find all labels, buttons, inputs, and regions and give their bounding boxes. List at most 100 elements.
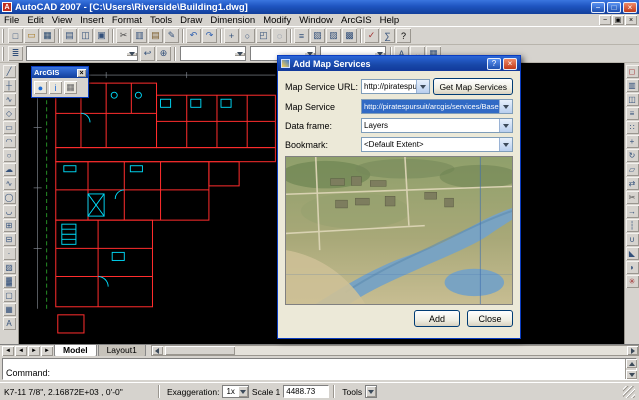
spline-icon[interactable]: ∿ [3, 177, 16, 190]
close-icon[interactable]: × [77, 69, 86, 77]
menu-dimension[interactable]: Dimension [206, 14, 259, 27]
menu-file[interactable]: File [0, 14, 23, 27]
layer-properties-icon[interactable]: ≣ [8, 46, 23, 61]
prev-icon[interactable]: ◄ [15, 346, 27, 356]
horizontal-scrollbar[interactable] [151, 345, 639, 356]
toolbar-grip[interactable] [2, 47, 6, 61]
menu-draw[interactable]: Draw [176, 14, 206, 27]
publish-icon[interactable]: ▣ [94, 28, 109, 43]
circle-icon[interactable]: ○ [3, 149, 16, 162]
coordinate-display[interactable]: K7-11 7/8", 2.16872E+03 , 0'-0" [4, 387, 154, 397]
save-icon[interactable]: ▦ [40, 28, 55, 43]
erase-icon[interactable]: ◻ [626, 65, 639, 78]
next-icon[interactable]: ► [28, 346, 40, 356]
join-icon[interactable]: ∪ [626, 233, 639, 246]
revision-cloud-icon[interactable]: ☁ [3, 163, 16, 176]
minimize-icon[interactable]: − [599, 15, 611, 25]
exaggeration-dropdown[interactable]: 1x [222, 385, 248, 398]
command-prompt[interactable]: Command: [6, 368, 50, 378]
menu-arcgis[interactable]: ArcGIS [337, 14, 376, 27]
ellipse-icon[interactable]: ◯ [3, 191, 16, 204]
construction-line-icon[interactable]: ┼ [3, 79, 16, 92]
markup-icon[interactable]: ✓ [364, 28, 379, 43]
designcenter-icon[interactable]: ▧ [310, 28, 325, 43]
make-block-icon[interactable]: ⊟ [3, 233, 16, 246]
hatch-icon[interactable]: ▨ [3, 261, 16, 274]
chevron-down-icon[interactable] [126, 52, 137, 56]
mirror-icon[interactable]: ◫ [626, 93, 639, 106]
pan-icon[interactable]: + [224, 28, 239, 43]
move-icon[interactable]: + [626, 135, 639, 148]
last-icon[interactable]: ► [41, 346, 53, 356]
data-frame-value[interactable]: Layers [362, 119, 499, 132]
menu-tools[interactable]: Tools [146, 14, 176, 27]
plot-preview-icon[interactable]: ◫ [78, 28, 93, 43]
fillet-icon[interactable]: ◗ [626, 261, 639, 274]
scale-icon[interactable]: ▱ [626, 163, 639, 176]
scrollbar-thumb[interactable] [165, 346, 235, 355]
close-icon[interactable]: × [623, 2, 637, 13]
ellipse-arc-icon[interactable]: ◡ [3, 205, 16, 218]
zoom-previous-icon[interactable]: ◌ [272, 28, 287, 43]
gradient-icon[interactable]: ▓ [3, 275, 16, 288]
polygon-icon[interactable]: ◇ [3, 107, 16, 120]
make-object-layer-icon[interactable]: ⊕ [156, 46, 171, 61]
menu-help[interactable]: Help [376, 14, 404, 27]
toolbar-grip[interactable] [2, 29, 6, 43]
properties-icon[interactable]: ≡ [294, 28, 309, 43]
command-window[interactable]: Command: [0, 356, 639, 382]
tools-dropdown[interactable] [365, 385, 377, 398]
chevron-down-icon[interactable] [499, 100, 512, 113]
map-service-url-value[interactable]: http://piratespursuit/arcgis/services [362, 80, 416, 93]
bookmark-combo[interactable]: <Default Extent> [361, 137, 513, 152]
map-service-value[interactable]: http://piratespursuit/arcgis/services/Ba… [362, 100, 499, 113]
zoom-realtime-icon[interactable]: ○ [240, 28, 255, 43]
menu-format[interactable]: Format [108, 14, 146, 27]
zoom-window-icon[interactable]: ◰ [256, 28, 271, 43]
chevron-down-icon[interactable] [234, 52, 245, 56]
arc-icon[interactable]: ◠ [3, 135, 16, 148]
copy-object-icon[interactable]: ▥ [626, 79, 639, 92]
dialog-title-bar[interactable]: Add Map Services ?× [278, 56, 520, 71]
line-icon[interactable]: ╱ [3, 65, 16, 78]
horizontal-scrollbar-track[interactable] [163, 346, 627, 355]
bookmark-value[interactable]: <Default Extent> [362, 138, 499, 151]
offset-icon[interactable]: ≡ [626, 107, 639, 120]
minimize-icon[interactable]: − [591, 2, 605, 13]
attributes-icon[interactable]: ▦ [64, 81, 77, 94]
chevron-down-icon[interactable] [366, 386, 376, 397]
menu-modify[interactable]: Modify [259, 14, 295, 27]
data-frame-combo[interactable]: Layers [361, 118, 513, 133]
rotate-icon[interactable]: ↻ [626, 149, 639, 162]
maximize-icon[interactable]: □ [607, 2, 621, 13]
point-icon[interactable]: · [3, 247, 16, 260]
layer-previous-icon[interactable]: ↩ [140, 46, 155, 61]
table-icon[interactable]: ▦ [3, 303, 16, 316]
explode-icon[interactable]: ✳ [626, 275, 639, 288]
layer-control-dropdown[interactable] [26, 46, 138, 61]
get-map-services-button[interactable]: Get Map Services [433, 78, 513, 95]
help-icon[interactable]: ? [396, 28, 411, 43]
extend-icon[interactable]: → [626, 205, 639, 218]
scroll-up-icon[interactable] [626, 359, 637, 368]
multiline-text-icon[interactable]: A [3, 317, 16, 330]
copy-icon[interactable]: ▥ [132, 28, 147, 43]
chevron-down-icon[interactable] [416, 80, 429, 93]
scroll-down-icon[interactable] [626, 370, 637, 379]
trim-icon[interactable]: ✂ [626, 191, 639, 204]
chevron-down-icon[interactable] [499, 138, 512, 151]
plot-icon[interactable]: ▤ [62, 28, 77, 43]
chevron-down-icon[interactable] [238, 386, 248, 397]
polyline-icon[interactable]: ∿ [3, 93, 16, 106]
quickcalc-icon[interactable]: ∑ [380, 28, 395, 43]
cut-icon[interactable]: ✂ [116, 28, 131, 43]
menu-view[interactable]: View [48, 14, 76, 27]
scale-input[interactable]: 4488.73 [283, 385, 329, 398]
undo-icon[interactable]: ↶ [186, 28, 201, 43]
add-button[interactable]: Add [414, 310, 460, 327]
menu-window[interactable]: Window [295, 14, 337, 27]
chevron-down-icon[interactable] [499, 119, 512, 132]
color-control-dropdown[interactable] [180, 46, 246, 61]
help-icon[interactable]: ? [487, 58, 501, 70]
map-service-combo[interactable]: http://piratespursuit/arcgis/services/Ba… [361, 99, 513, 114]
